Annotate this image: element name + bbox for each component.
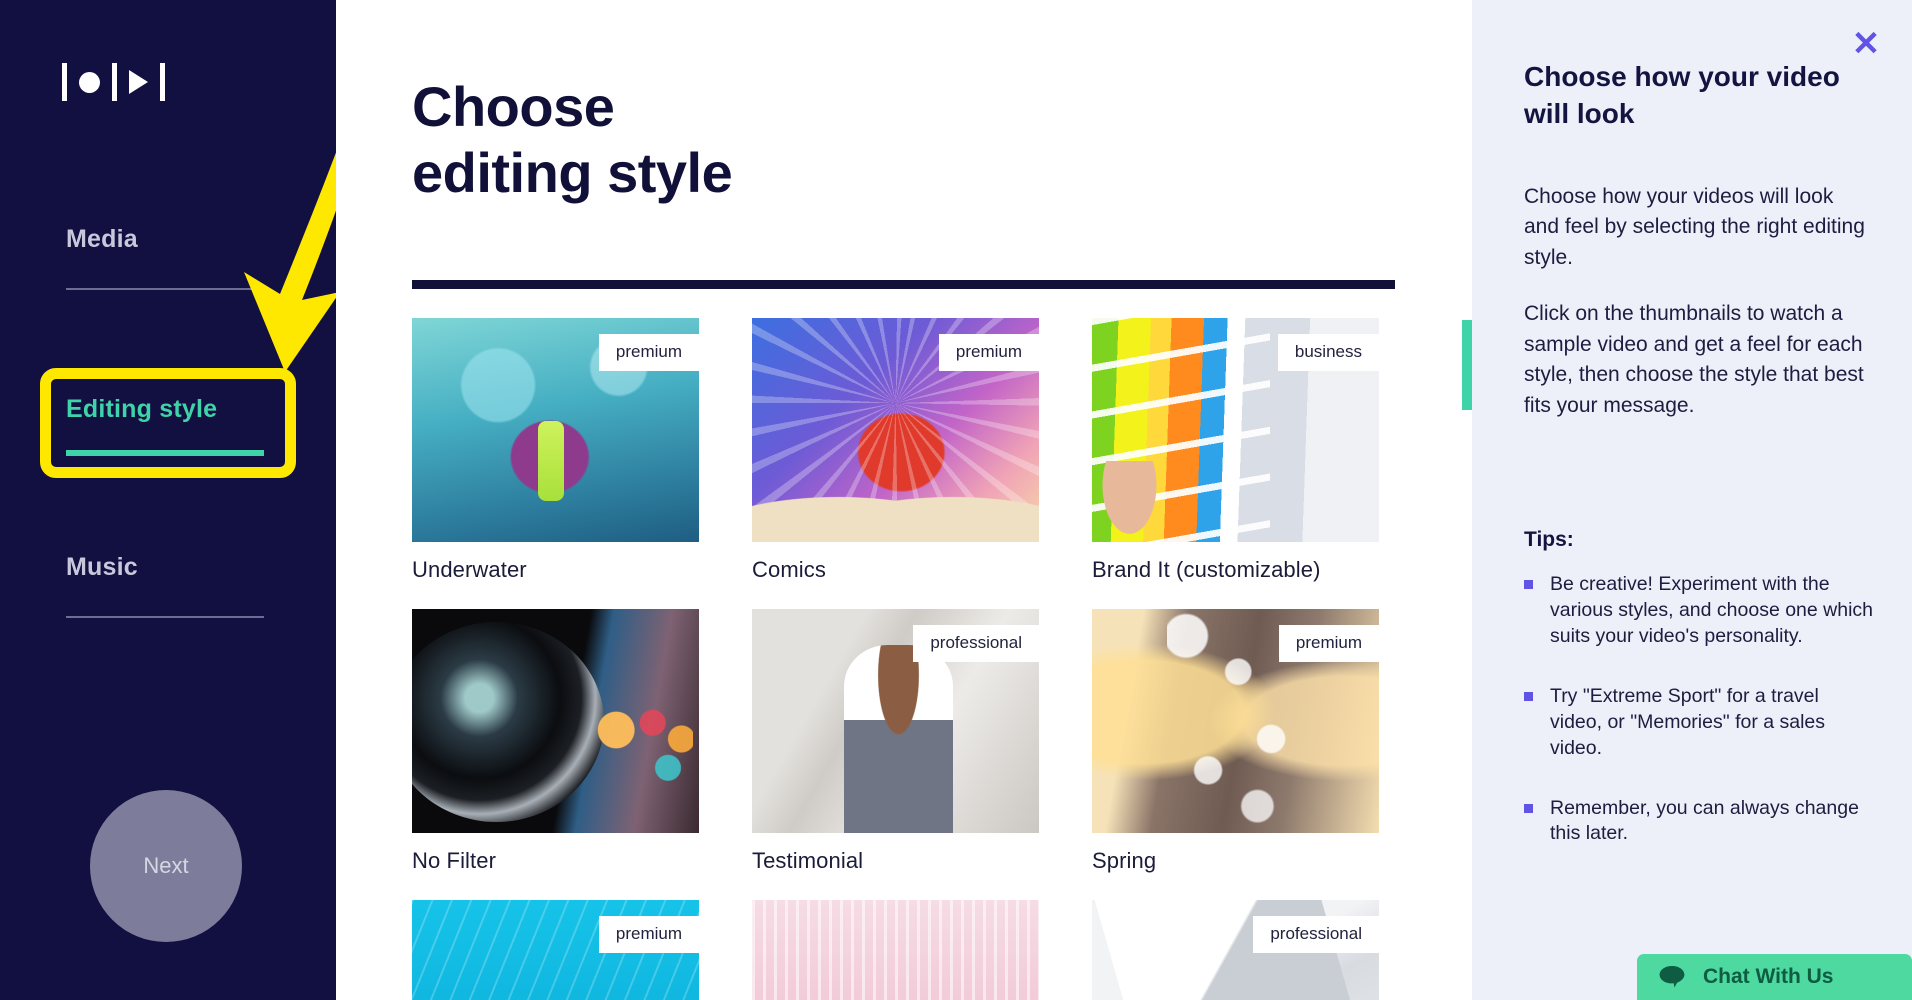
sidebar-item-music-underline xyxy=(66,616,264,618)
close-icon[interactable]: ✕ xyxy=(1848,26,1884,62)
style-card-label: Spring xyxy=(1092,848,1157,873)
style-card-row3-col2[interactable] xyxy=(752,900,1039,1000)
style-badge: professional xyxy=(1253,916,1379,953)
style-thumbnail[interactable]: business xyxy=(1092,318,1379,542)
thumbnail-art xyxy=(752,900,1039,1000)
tip-item: Be creative! Experiment with the various… xyxy=(1524,572,1874,650)
style-card-label: Underwater xyxy=(412,557,527,582)
style-thumbnail[interactable]: premium xyxy=(752,318,1039,542)
sidebar-item-media[interactable]: Media xyxy=(66,222,266,290)
bullet-icon xyxy=(1524,580,1533,589)
tip-item: Remember, you can always change this lat… xyxy=(1524,796,1874,848)
bullet-icon xyxy=(1524,691,1533,701)
page-title-line1: Choose xyxy=(412,75,615,138)
bullet-icon xyxy=(1524,803,1533,813)
sidebar-item-media-label: Media xyxy=(66,225,138,253)
style-thumbnail[interactable]: professional xyxy=(752,609,1039,833)
style-thumbnail[interactable]: premium xyxy=(1092,609,1379,833)
chat-bubble-icon xyxy=(1659,966,1685,988)
style-card-label: Comics xyxy=(752,557,826,582)
style-card-spring[interactable]: premium Spring xyxy=(1092,609,1379,874)
style-badge: business xyxy=(1277,334,1379,371)
style-card-comics[interactable]: premium Comics xyxy=(752,318,1039,583)
main-content: Choose editing style premium Underwater … xyxy=(336,0,1472,1000)
tips-list: Be creative! Experiment with the various… xyxy=(1524,572,1874,881)
style-badge: premium xyxy=(938,334,1039,371)
sidebar-item-music[interactable]: Music xyxy=(66,550,266,618)
style-badge: professional xyxy=(913,625,1039,662)
style-thumbnail[interactable]: premium xyxy=(412,318,699,542)
style-thumbnail[interactable] xyxy=(412,609,699,833)
tip-item: Try "Extreme Sport" for a travel video, … xyxy=(1524,684,1874,762)
style-thumbnail[interactable] xyxy=(752,900,1039,1000)
tip-text: Remember, you can always change this lat… xyxy=(1550,796,1859,845)
logo-play-triangle-icon xyxy=(129,70,148,94)
style-card-testimonial[interactable]: professional Testimonial xyxy=(752,609,1039,874)
help-panel: ✕ Choose how your video will look Choose… xyxy=(1472,0,1912,1000)
style-card-label: Testimonial xyxy=(752,848,864,873)
style-badge: premium xyxy=(598,916,699,953)
style-card-row3-col1[interactable]: premium xyxy=(412,900,699,1000)
app-root: Media Editing style Music Next Choose ed… xyxy=(0,0,1912,1000)
page-title-line2: editing style xyxy=(412,141,733,205)
style-card-brand-it[interactable]: business Brand It (customizable) xyxy=(1092,318,1379,583)
sidebar-item-media-underline xyxy=(66,288,264,290)
style-card-label: Brand It (customizable) xyxy=(1092,557,1321,582)
play-logo xyxy=(62,62,165,102)
chat-with-us-label: Chat With Us xyxy=(1703,965,1834,988)
logo-bar-middle xyxy=(112,63,117,101)
sidebar-item-editing-style-label: Editing style xyxy=(66,395,218,423)
title-divider xyxy=(412,280,1395,289)
sidebar-item-music-label: Music xyxy=(66,553,138,581)
style-thumbnail[interactable]: professional xyxy=(1092,900,1379,1000)
style-card-underwater[interactable]: premium Underwater xyxy=(412,318,699,583)
style-card-label: No Filter xyxy=(412,848,497,873)
style-badge: premium xyxy=(1278,625,1379,662)
help-paragraph-2: Click on the thumbnails to watch a sampl… xyxy=(1524,302,1864,417)
help-panel-title: Choose how your video will look xyxy=(1524,61,1840,130)
help-paragraph-1: Choose how your videos will look and fee… xyxy=(1524,185,1865,269)
chat-with-us-button[interactable]: Chat With Us xyxy=(1637,954,1912,1000)
style-card-row3-col3[interactable]: professional xyxy=(1092,900,1379,1000)
sidebar-item-editing-style[interactable]: Editing style xyxy=(66,392,266,456)
tip-text: Try "Extreme Sport" for a travel video, … xyxy=(1550,684,1826,759)
page-title: Choose editing style xyxy=(412,74,733,206)
next-button[interactable]: Next xyxy=(90,790,242,942)
help-panel-body: Choose how your videos will look and fee… xyxy=(1524,182,1868,447)
style-badge: premium xyxy=(598,334,699,371)
style-card-no-filter[interactable]: No Filter xyxy=(412,609,699,874)
tip-text: Be creative! Experiment with the various… xyxy=(1550,573,1874,647)
style-thumbnail[interactable]: premium xyxy=(412,900,699,1000)
logo-bar-left xyxy=(62,63,67,101)
style-grid: premium Underwater premium Comics busine… xyxy=(412,318,1412,1000)
tips-heading: Tips: xyxy=(1524,528,1574,551)
sidebar-item-editing-style-underline xyxy=(66,450,264,456)
logo-bar-right xyxy=(160,63,165,101)
thumbnail-art xyxy=(412,609,699,833)
left-sidebar: Media Editing style Music Next xyxy=(0,0,336,1000)
logo-circle-icon xyxy=(79,71,100,93)
